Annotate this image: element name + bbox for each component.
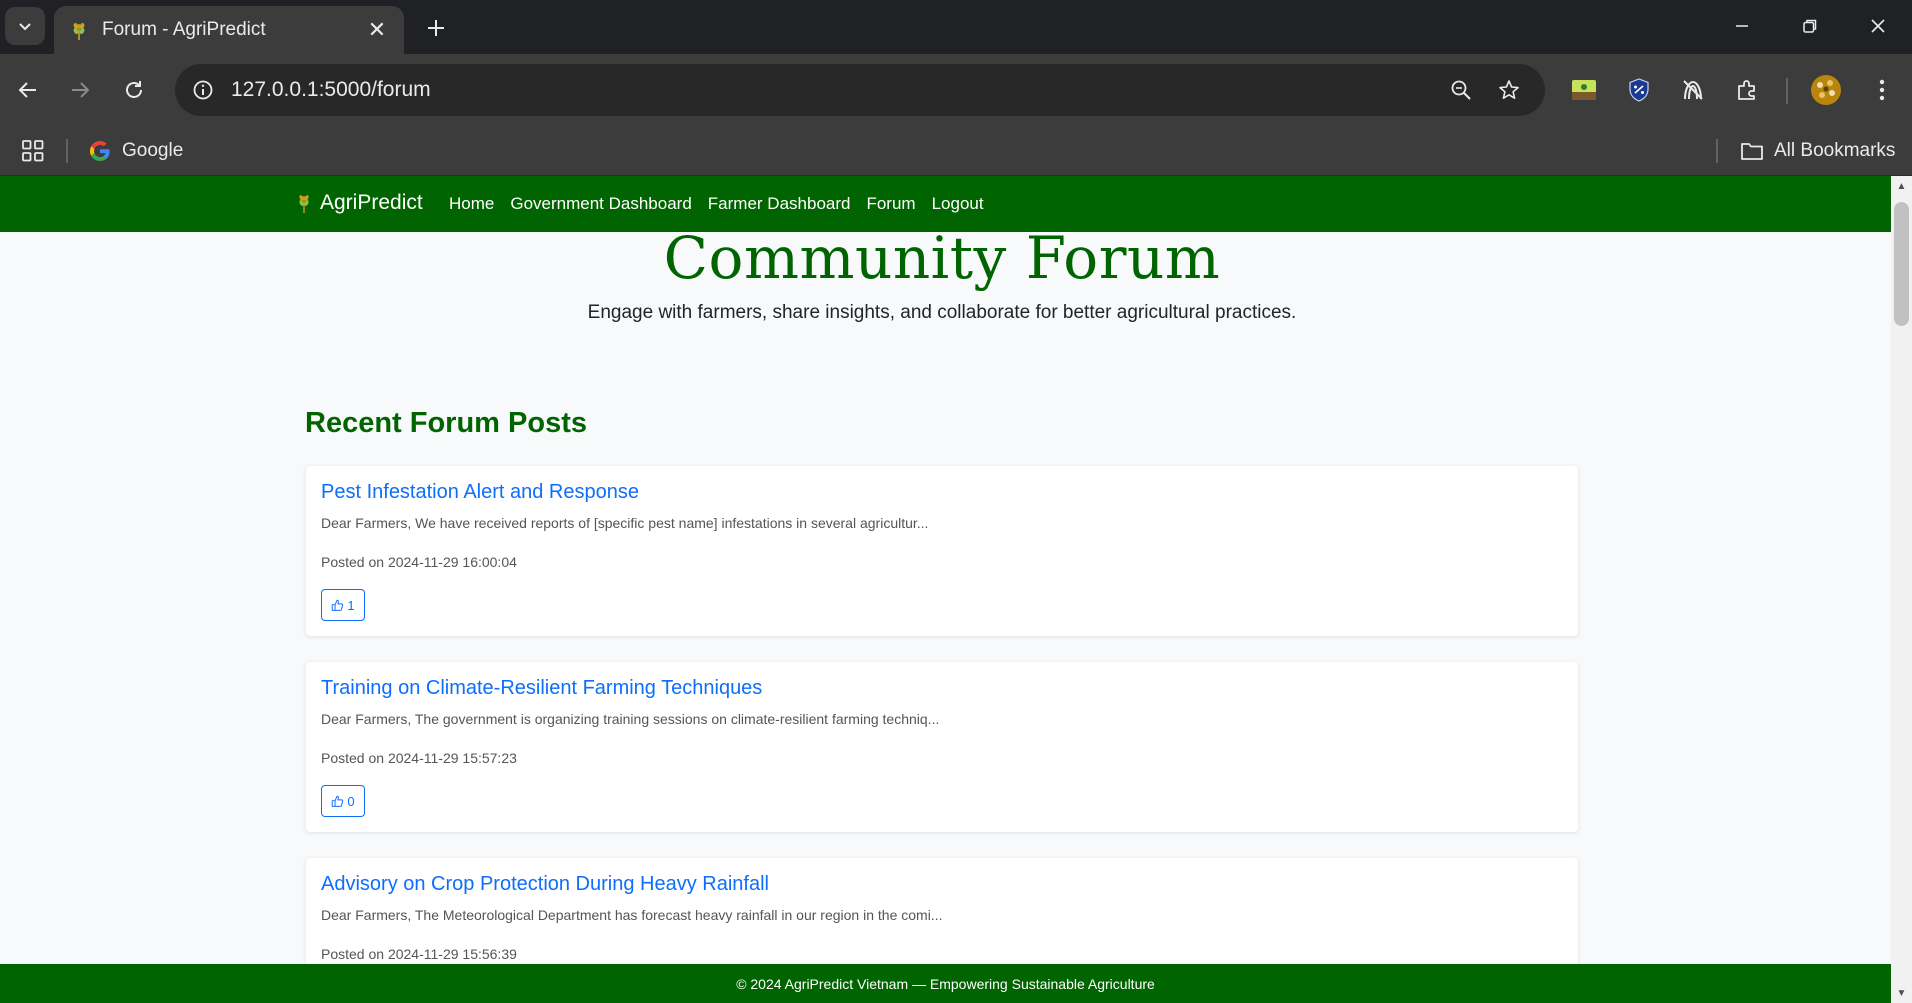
shield-icon (1629, 78, 1649, 102)
like-count: 1 (347, 597, 355, 613)
avatar-icon (1811, 75, 1841, 105)
extension-tracker-icon[interactable] (1673, 70, 1713, 110)
page-scrollbar[interactable]: ▲ ▼ (1891, 176, 1912, 1003)
grid-icon (22, 140, 44, 162)
minimize-icon (1736, 25, 1748, 27)
toolbar-divider (1786, 78, 1788, 104)
footer-text: © 2024 AgriPredict Vietnam — Empowering … (736, 975, 1155, 992)
all-bookmarks-label: All Bookmarks (1774, 140, 1896, 161)
close-tab-icon[interactable]: ✕ (364, 17, 390, 43)
bookmark-star-icon[interactable] (1493, 74, 1525, 106)
kebab-menu-icon (1879, 79, 1885, 101)
restore-icon (1803, 19, 1817, 33)
address-bar[interactable]: 127.0.0.1:5000/forum (175, 64, 1545, 116)
thumbs-up-icon (332, 599, 344, 611)
nav-link-forum[interactable]: Forum (866, 194, 915, 214)
no-tracking-icon (1683, 80, 1703, 100)
post-timestamp: Posted on 2024-11-29 15:57:23 (321, 750, 517, 766)
post-title-link[interactable]: Pest Infestation Alert and Response (321, 481, 639, 504)
like-count: 0 (347, 793, 355, 809)
nav-link-farmer-dashboard[interactable]: Farmer Dashboard (708, 194, 851, 214)
browser-tab-bar: Forum - AgriPredict ✕ (0, 0, 1912, 54)
chevron-down-icon (19, 23, 31, 31)
like-button[interactable]: 1 (321, 589, 365, 621)
post-title-link[interactable]: Advisory on Crop Protection During Heavy… (321, 873, 769, 896)
extensions-puzzle-icon[interactable] (1727, 70, 1767, 110)
forum-post-card: Training on Climate-Resilient Farming Te… (306, 662, 1578, 832)
site-brand[interactable]: AgriPredict (296, 191, 423, 215)
close-window-button[interactable] (1850, 8, 1906, 44)
bookmark-google[interactable]: Google (88, 135, 183, 167)
apps-grid-icon[interactable] (18, 136, 48, 166)
magnifier-icon (1451, 80, 1471, 100)
arrow-right-icon (72, 82, 90, 98)
reload-button[interactable] (114, 70, 154, 110)
post-excerpt: Dear Farmers, We have received reports o… (321, 515, 929, 531)
bookmark-google-label: Google (122, 140, 184, 161)
reload-icon (126, 81, 142, 98)
like-button[interactable]: 0 (321, 785, 365, 817)
bookmarks-separator-right (1716, 139, 1718, 163)
tab-search-button[interactable] (5, 7, 45, 45)
section-title: Recent Forum Posts (305, 407, 587, 439)
scroll-up-arrow-icon[interactable]: ▲ (1891, 176, 1912, 196)
minimize-button[interactable] (1714, 8, 1770, 44)
site-nav-links: Home Government Dashboard Farmer Dashboa… (449, 194, 984, 214)
bookmarks-bar: Google All Bookmarks (0, 126, 1912, 176)
site-footer: © 2024 AgriPredict Vietnam — Empowering … (0, 964, 1891, 1003)
url-text[interactable]: 127.0.0.1:5000/forum (231, 78, 431, 102)
forum-post-card: Pest Infestation Alert and Response Dear… (306, 466, 1578, 636)
nav-link-home[interactable]: Home (449, 194, 494, 214)
page-viewport: AgriPredict Home Government Dashboard Fa… (0, 176, 1891, 1003)
arrow-left-icon (18, 82, 36, 98)
back-button[interactable] (8, 70, 48, 110)
info-icon (193, 80, 213, 100)
all-bookmarks-button[interactable]: All Bookmarks (1740, 135, 1895, 167)
zoom-icon[interactable] (1445, 74, 1477, 106)
browser-toolbar: 127.0.0.1:5000/forum (0, 54, 1912, 126)
nav-link-logout[interactable]: Logout (932, 194, 984, 214)
bookmarks-separator (66, 139, 68, 163)
wheat-logo-icon (299, 195, 309, 213)
star-icon (1499, 80, 1519, 99)
browser-menu-button[interactable] (1862, 70, 1902, 110)
wheat-favicon-icon (73, 22, 85, 40)
post-excerpt: Dear Farmers, The government is organizi… (321, 711, 940, 727)
extension-farm-icon[interactable] (1564, 70, 1604, 110)
site-info-icon[interactable] (187, 74, 219, 106)
thumbs-up-icon (332, 795, 344, 807)
close-icon (1871, 19, 1885, 33)
browser-tab-active[interactable]: Forum - AgriPredict ✕ (54, 6, 404, 54)
post-excerpt: Dear Farmers, The Meteorological Departm… (321, 907, 943, 923)
new-tab-button[interactable] (418, 10, 454, 46)
scroll-thumb[interactable] (1894, 202, 1909, 326)
tab-title: Forum - AgriPredict (102, 19, 266, 40)
post-title-link[interactable]: Training on Climate-Resilient Farming Te… (321, 677, 762, 700)
folder-icon (1741, 143, 1763, 160)
plus-icon (428, 20, 444, 36)
page-subtitle: Engage with farmers, share insights, and… (587, 302, 1297, 323)
scroll-down-arrow-icon[interactable]: ▼ (1891, 983, 1912, 1003)
page-title: Community Forum (663, 224, 1221, 292)
farm-icon (1572, 80, 1596, 100)
restore-button[interactable] (1782, 8, 1838, 44)
brand-name: AgriPredict (320, 191, 423, 214)
nav-link-government-dashboard[interactable]: Government Dashboard (510, 194, 691, 214)
post-timestamp: Posted on 2024-11-29 15:56:39 (321, 946, 517, 962)
forward-button[interactable] (60, 70, 100, 110)
extension-shield-icon[interactable] (1619, 70, 1659, 110)
post-timestamp: Posted on 2024-11-29 16:00:04 (321, 554, 517, 570)
puzzle-icon (1738, 80, 1755, 100)
profile-avatar[interactable] (1806, 70, 1846, 110)
google-logo-icon (90, 141, 110, 161)
